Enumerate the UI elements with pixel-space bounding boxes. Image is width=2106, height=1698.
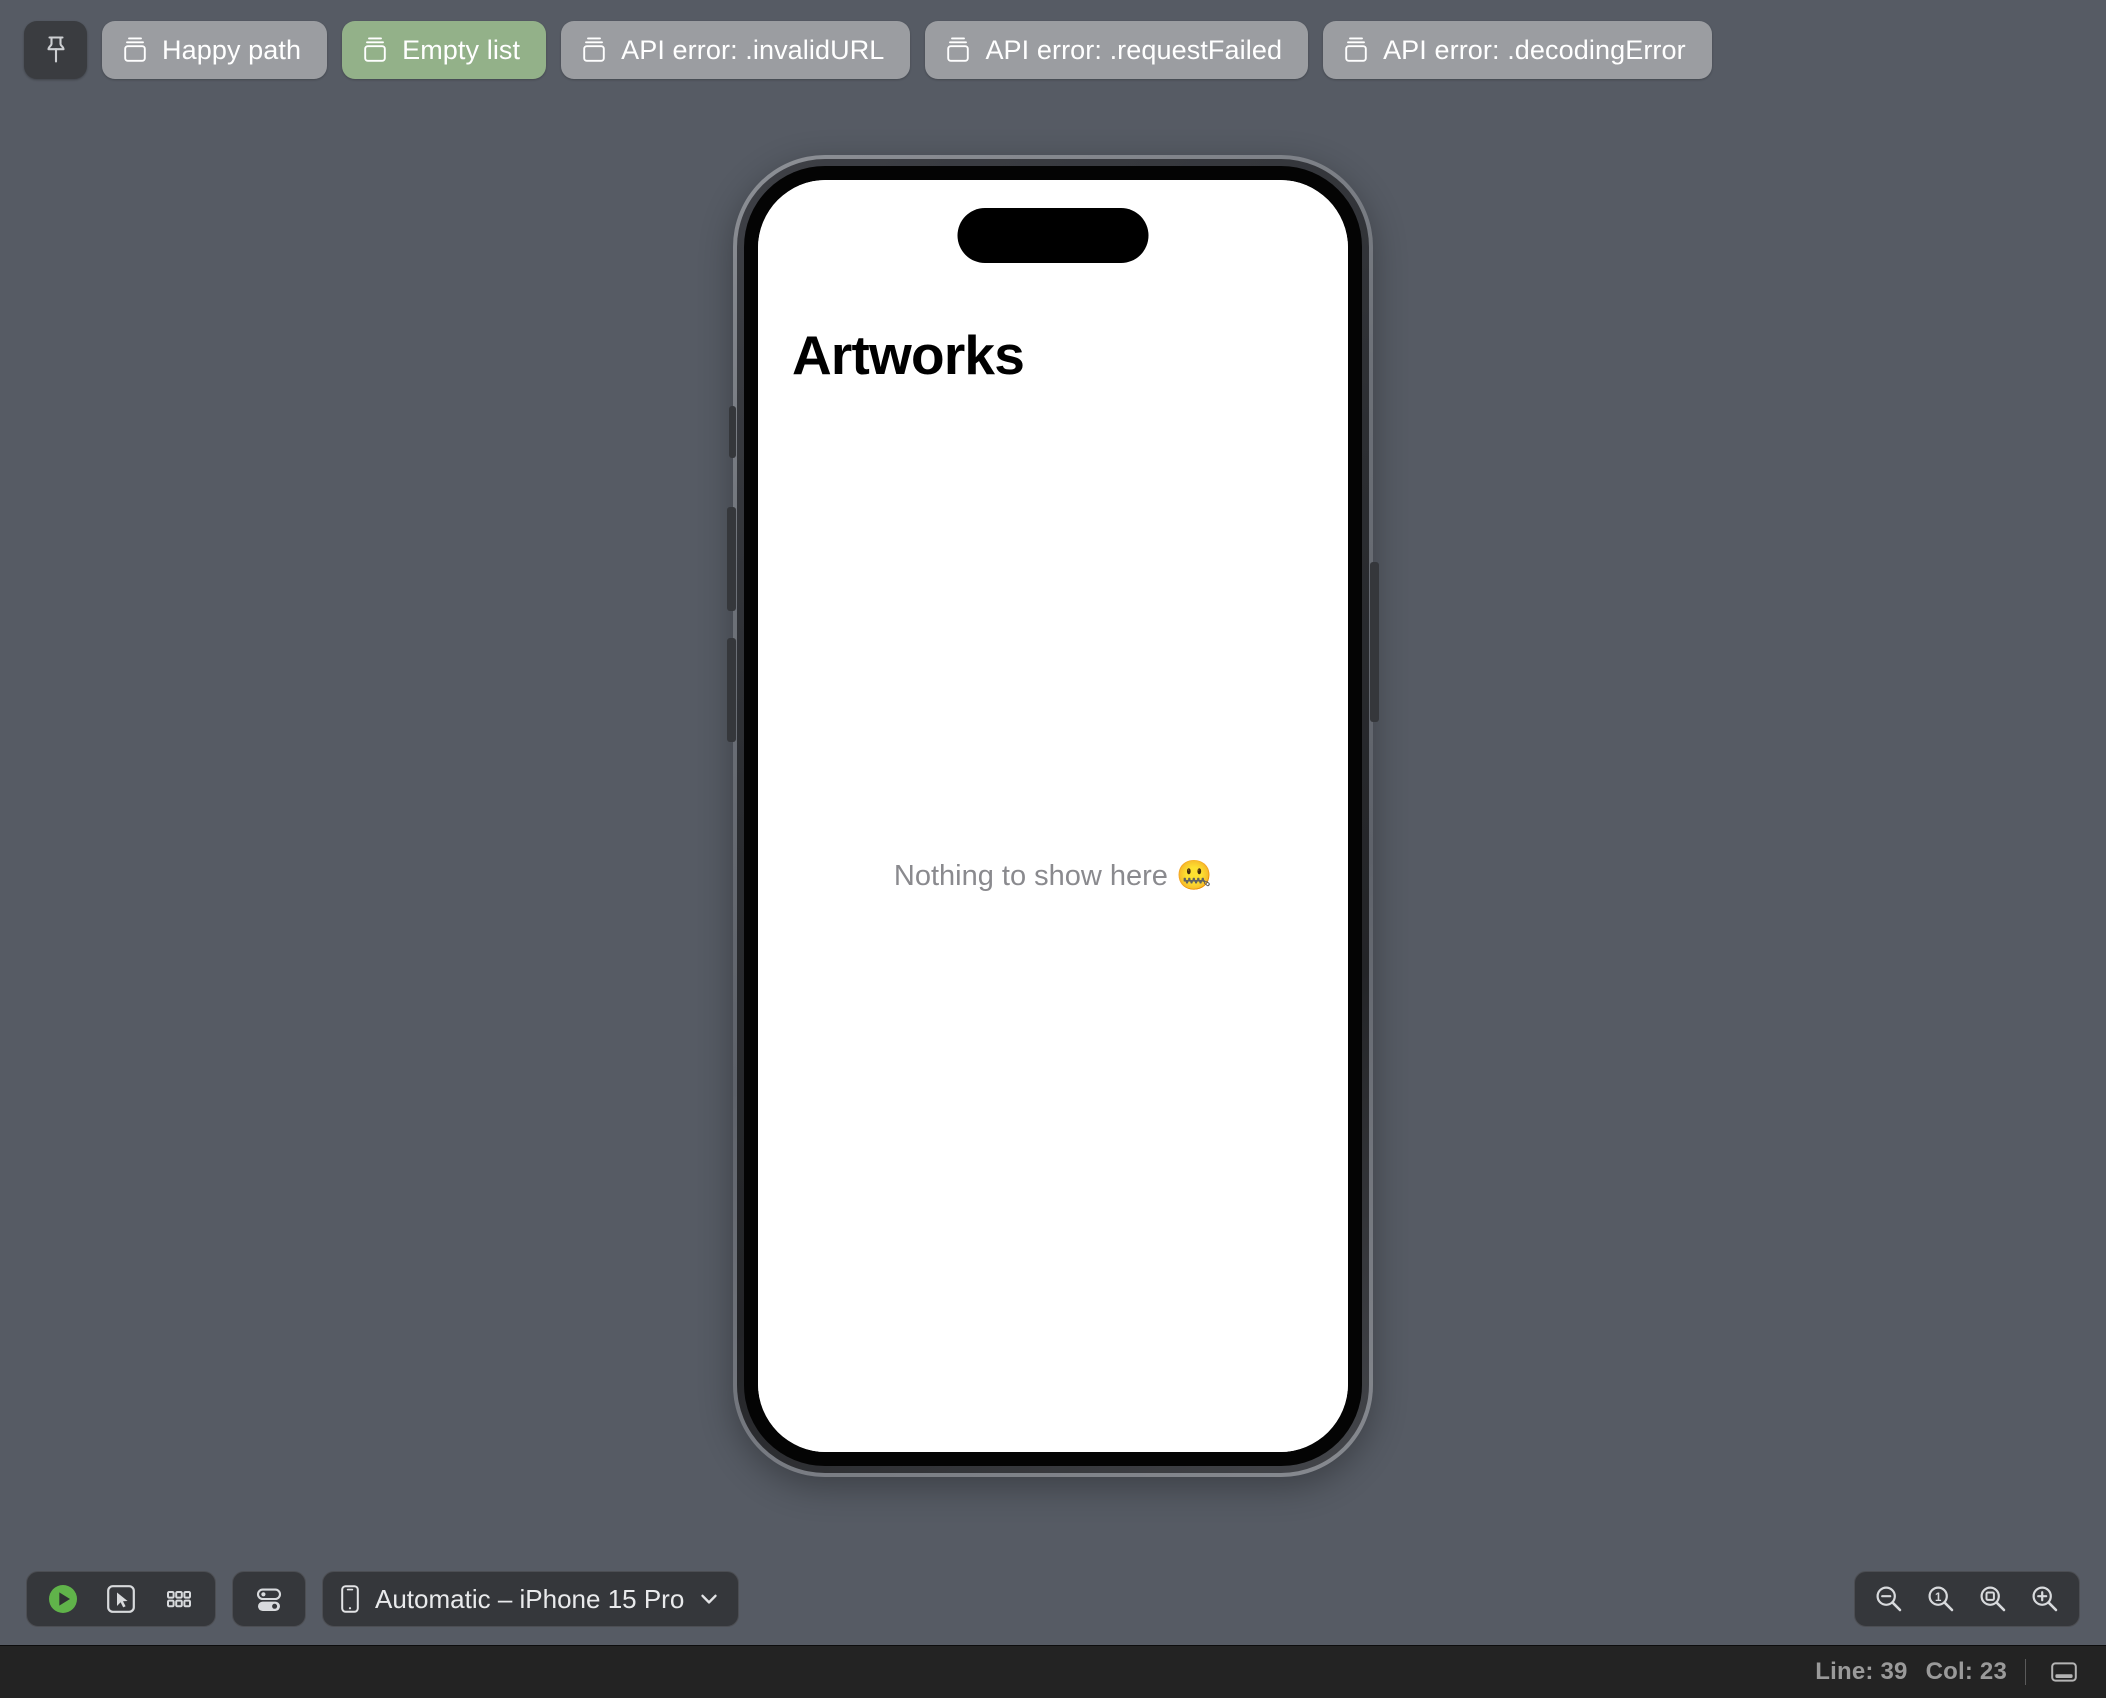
preview-bottom-toolbar: Automatic – iPhone 15 Pro 1 — [0, 1553, 2106, 1645]
device-picker-label: Automatic – iPhone 15 Pro — [375, 1583, 685, 1614]
variant-tab-api-error-decodingerror[interactable]: API error: .decodingError — [1323, 21, 1712, 79]
magnifier-minus-icon — [1876, 1586, 1902, 1612]
preview-variant-icon — [364, 37, 386, 62]
zoom-out-button[interactable] — [1865, 1575, 1913, 1623]
device-frame[interactable]: Artworks Nothing to show here 🤐 — [727, 155, 1379, 1477]
preview-variant-icon — [124, 37, 146, 62]
variant-tab-label: Happy path — [162, 34, 302, 65]
chevron-down-icon — [701, 1594, 717, 1604]
magnifier-plus-icon — [2032, 1586, 2058, 1612]
column-indicator: Col: 23 — [1925, 1658, 2007, 1685]
app-screen-artworks: Artworks Nothing to show here 🤐 — [758, 180, 1348, 1452]
variant-tab-label: API error: .decodingError — [1383, 34, 1686, 65]
preview-canvas[interactable]: Artworks Nothing to show here 🤐 — [0, 100, 2106, 1553]
toolbar-left-group: Automatic – iPhone 15 Pro — [26, 1571, 740, 1627]
page-title: Artworks — [792, 324, 1025, 386]
svg-text:1: 1 — [1935, 1592, 1942, 1604]
pushpin-icon — [46, 36, 65, 63]
power-button — [1370, 562, 1379, 722]
variant-tab-api-error-invalidurl[interactable]: API error: .invalidURL — [561, 21, 911, 79]
device-picker-button[interactable]: Automatic – iPhone 15 Pro — [322, 1571, 740, 1627]
variant-tab-label: API error: .requestFailed — [985, 34, 1283, 65]
variant-tab-label: Empty list — [402, 34, 521, 65]
preview-variant-icon — [947, 37, 970, 62]
cursor-box-icon — [107, 1585, 135, 1613]
toolbar-right-group: 1 — [1854, 1571, 2080, 1627]
zoom-in-button[interactable] — [2021, 1575, 2069, 1623]
preview-mode-group — [26, 1571, 216, 1627]
empty-state-message: Nothing to show here 🤐 — [893, 859, 1213, 892]
switches-icon — [256, 1588, 282, 1611]
zoom-to-fit-button[interactable] — [1969, 1575, 2017, 1623]
preview-settings-button[interactable] — [245, 1575, 293, 1623]
variant-tab-empty-list[interactable]: Empty list — [342, 21, 547, 79]
silent-switch — [729, 406, 736, 458]
line-indicator: Line: 39 — [1815, 1658, 1908, 1685]
dynamic-island — [957, 208, 1149, 263]
xcode-preview-canvas: Happy path Empty list API error: .invali… — [0, 0, 2106, 1698]
magnifier-one-icon: 1 — [1928, 1586, 1954, 1612]
empty-state-container: Nothing to show here 🤐 — [758, 383, 1348, 1452]
play-circle-icon — [49, 1585, 77, 1613]
variant-tab-happy-path[interactable]: Happy path — [102, 21, 328, 79]
zoom-actual-size-button[interactable]: 1 — [1917, 1575, 1965, 1623]
variants-mode-button[interactable] — [155, 1575, 203, 1623]
selectable-mode-button[interactable] — [97, 1575, 145, 1623]
magnifier-fit-icon — [1980, 1586, 2006, 1612]
pin-preview-button[interactable] — [24, 21, 87, 79]
zoom-controls-group: 1 — [1854, 1571, 2080, 1627]
iphone-icon — [341, 1585, 359, 1613]
live-preview-button[interactable] — [39, 1575, 87, 1623]
bottom-panel-icon — [2051, 1662, 2077, 1682]
editor-status-bar: Line: 39 Col: 23 — [0, 1645, 2106, 1698]
preview-settings-group — [232, 1571, 306, 1627]
preview-variant-icon — [1345, 37, 1367, 62]
preview-variant-icon — [583, 37, 605, 62]
volume-up-button — [727, 507, 736, 611]
device-screen[interactable]: Artworks Nothing to show here 🤐 — [758, 180, 1348, 1452]
variant-tab-label: API error: .invalidURL — [621, 34, 885, 65]
variant-tab-api-error-requestfailed[interactable]: API error: .requestFailed — [925, 21, 1309, 79]
volume-down-button — [727, 638, 736, 742]
preview-variant-bar: Happy path Empty list API error: .invali… — [0, 0, 2106, 100]
toggle-bottom-panel-button[interactable] — [2044, 1656, 2084, 1688]
status-divider — [2025, 1659, 2026, 1685]
grid-dots-icon — [167, 1591, 191, 1608]
